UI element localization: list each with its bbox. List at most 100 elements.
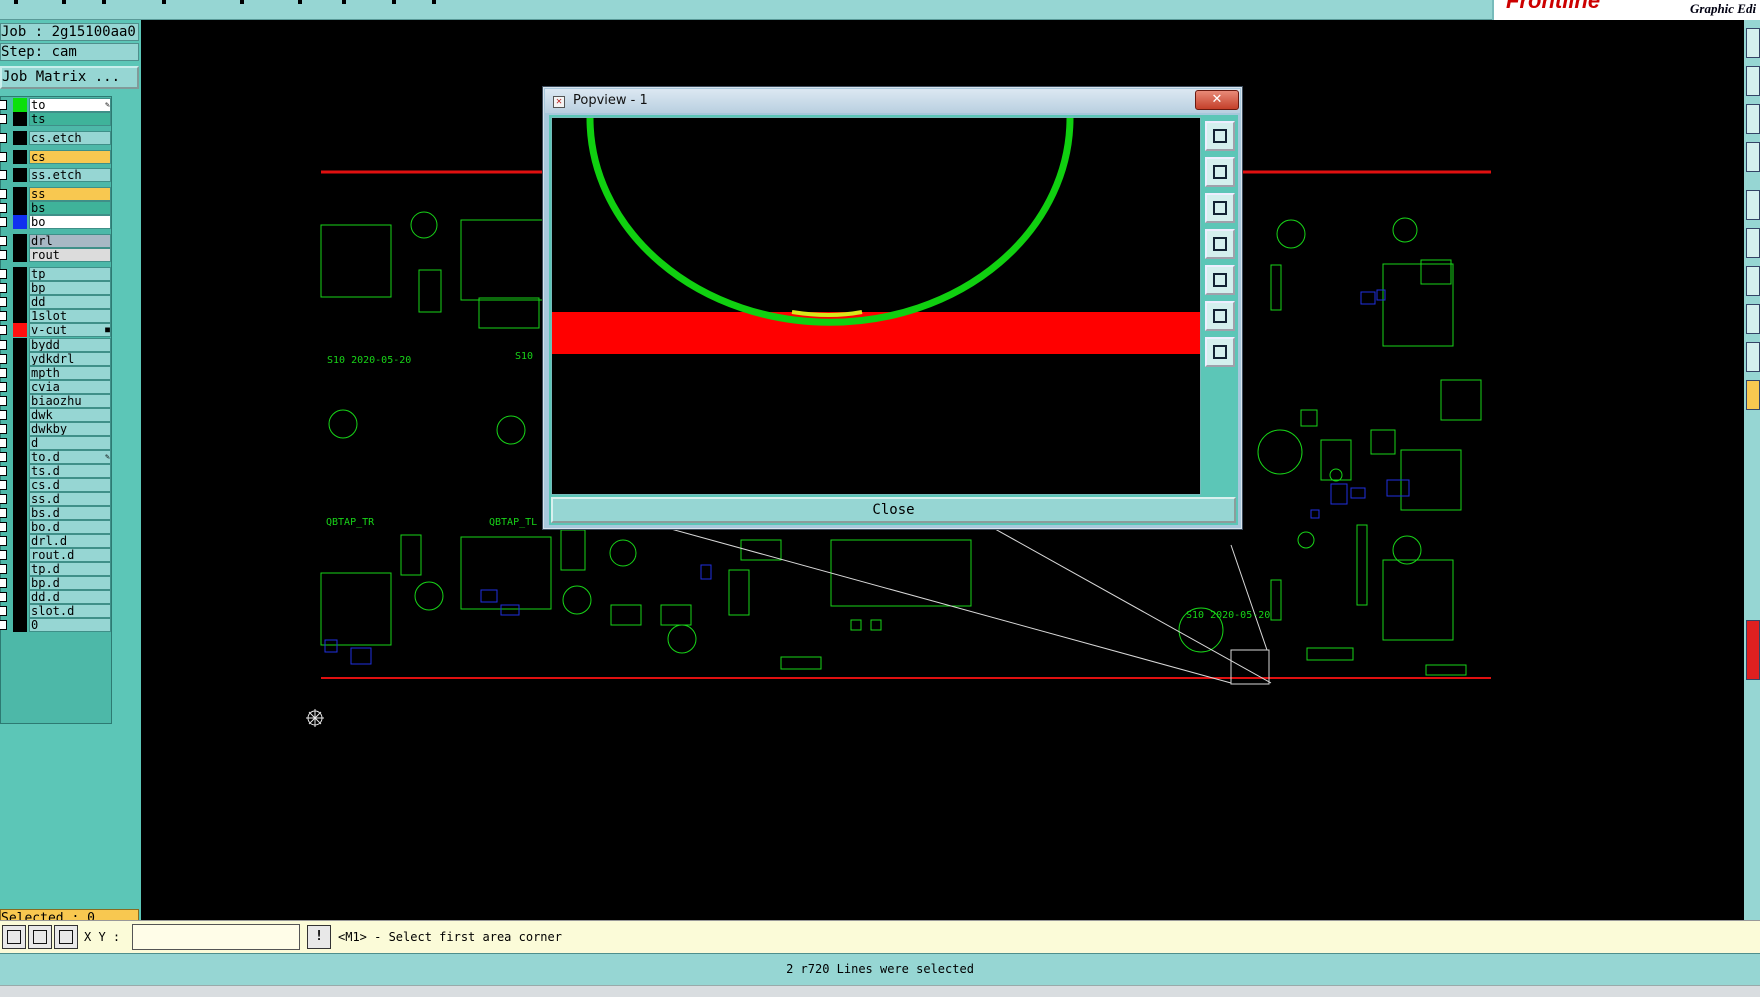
- zoom-out-icon[interactable]: [1205, 337, 1235, 367]
- layer-name[interactable]: ts: [29, 112, 111, 126]
- layer-color-swatch[interactable]: [13, 267, 27, 281]
- grid-tool-icon[interactable]: [54, 925, 78, 949]
- layer-color-swatch[interactable]: [13, 338, 27, 352]
- layer-color-swatch[interactable]: [13, 234, 27, 248]
- zoom-fit-icon[interactable]: [1205, 301, 1235, 331]
- layer-name[interactable]: bp.d: [29, 576, 111, 590]
- layer-row[interactable]: cs: [0, 149, 113, 165]
- layer-color-swatch[interactable]: [13, 576, 27, 590]
- layer-name[interactable]: rout.d: [29, 548, 111, 562]
- layer-row[interactable]: ts: [0, 111, 113, 127]
- layer-color-swatch[interactable]: [13, 150, 27, 164]
- popview-close-button[interactable]: Close: [551, 497, 1236, 523]
- edit-tool-icon[interactable]: [1746, 266, 1760, 296]
- layer-name[interactable]: cs.d: [29, 478, 111, 492]
- layer-color-swatch[interactable]: [13, 394, 27, 408]
- layer-name[interactable]: dd: [29, 295, 111, 309]
- layer-checkbox[interactable]: [0, 424, 7, 434]
- pan-up-icon[interactable]: [1205, 157, 1235, 187]
- popview-titlebar[interactable]: ✕ Popview - 1 ✕: [545, 89, 1240, 113]
- layer-checkbox[interactable]: [0, 508, 7, 518]
- layer-checkbox[interactable]: [0, 578, 7, 588]
- layer-color-swatch[interactable]: [13, 548, 27, 562]
- layer-name[interactable]: 1slot: [29, 309, 111, 323]
- view-tool-icon[interactable]: [1746, 28, 1760, 58]
- layer-name[interactable]: v-cut: [29, 323, 111, 337]
- layer-color-swatch[interactable]: [13, 366, 27, 380]
- layer-row[interactable]: 0: [0, 617, 113, 633]
- angle-tool-icon[interactable]: [28, 925, 52, 949]
- highlight-tool-icon[interactable]: [1746, 380, 1760, 410]
- layer-color-swatch[interactable]: [13, 309, 27, 323]
- window-close-button[interactable]: ✕: [1195, 90, 1239, 110]
- pan-tool-icon[interactable]: [1746, 66, 1760, 96]
- xy-input[interactable]: [132, 924, 300, 950]
- layer-name[interactable]: cs: [29, 150, 111, 164]
- select-tool-icon[interactable]: [1746, 190, 1760, 220]
- layer-color-swatch[interactable]: [13, 323, 27, 337]
- layer-name[interactable]: bp: [29, 281, 111, 295]
- zoom-in-icon[interactable]: [1205, 121, 1235, 151]
- layer-name[interactable]: drl: [29, 234, 111, 248]
- layer-name[interactable]: slot.d: [29, 604, 111, 618]
- layer-name[interactable]: dwkby: [29, 422, 111, 436]
- layer-checkbox[interactable]: [0, 410, 7, 420]
- layer-name[interactable]: rout: [29, 248, 111, 262]
- layer-checkbox[interactable]: [0, 466, 7, 476]
- layer-color-swatch[interactable]: [13, 215, 27, 229]
- layer-name[interactable]: tp.d: [29, 562, 111, 576]
- layer-checkbox[interactable]: [0, 536, 7, 546]
- layer-checkbox[interactable]: [0, 133, 7, 143]
- menu-stub[interactable]: [298, 0, 302, 4]
- layer-name[interactable]: ss.d: [29, 492, 111, 506]
- layer-row[interactable]: v-cut ■: [0, 322, 113, 338]
- layer-name[interactable]: to: [29, 98, 111, 112]
- layer-name[interactable]: dwk: [29, 408, 111, 422]
- menu-stub[interactable]: [240, 0, 244, 4]
- layer-color-swatch[interactable]: [13, 534, 27, 548]
- menu-stub[interactable]: [162, 0, 166, 4]
- layer-color-swatch[interactable]: [13, 422, 27, 436]
- layer-name[interactable]: cs.etch: [29, 131, 111, 145]
- layer-color-swatch[interactable]: [13, 478, 27, 492]
- pan-left-icon[interactable]: [1205, 229, 1235, 259]
- menu-stub[interactable]: [62, 0, 66, 4]
- layer-color-swatch[interactable]: [13, 464, 27, 478]
- line-tool-icon[interactable]: [2, 925, 26, 949]
- popview-viewport[interactable]: [551, 117, 1201, 495]
- layer-checkbox[interactable]: [0, 325, 7, 335]
- layer-checkbox[interactable]: [0, 170, 7, 180]
- layer-color-swatch[interactable]: [13, 492, 27, 506]
- layer-row[interactable]: rout: [0, 247, 113, 263]
- layer-checkbox[interactable]: [0, 606, 7, 616]
- layer-name[interactable]: to.d: [29, 450, 111, 464]
- layer-name[interactable]: ss.etch: [29, 168, 111, 182]
- layer-checkbox[interactable]: [0, 368, 7, 378]
- layer-checkbox[interactable]: [0, 203, 7, 213]
- layer-checkbox[interactable]: [0, 396, 7, 406]
- layer-checkbox[interactable]: [0, 620, 7, 630]
- layer-name[interactable]: dd.d: [29, 590, 111, 604]
- layer-color-swatch[interactable]: [13, 618, 27, 632]
- layer-row[interactable]: bo: [0, 214, 113, 230]
- snap-tool-icon[interactable]: [1746, 342, 1760, 372]
- layer-name[interactable]: ydkdrl: [29, 352, 111, 366]
- layer-checkbox[interactable]: [0, 354, 7, 364]
- layer-checkbox[interactable]: [0, 452, 7, 462]
- layer-row[interactable]: ss.etch: [0, 167, 113, 183]
- menu-stub[interactable]: [102, 0, 106, 4]
- layer-color-swatch[interactable]: [13, 380, 27, 394]
- layer-checkbox[interactable]: [0, 114, 7, 124]
- layer-checkbox[interactable]: [0, 217, 7, 227]
- layer-color-swatch[interactable]: [13, 98, 27, 112]
- layer-checkbox[interactable]: [0, 250, 7, 260]
- layer-row[interactable]: cs.etch: [0, 130, 113, 146]
- layer-color-swatch[interactable]: [13, 352, 27, 366]
- layer-name[interactable]: biaozhu: [29, 394, 111, 408]
- layer-name[interactable]: tp: [29, 267, 111, 281]
- layer-name[interactable]: ts.d: [29, 464, 111, 478]
- layer-color-swatch[interactable]: [13, 281, 27, 295]
- layer-name[interactable]: bydd: [29, 338, 111, 352]
- menu-stub[interactable]: [392, 0, 396, 4]
- menu-stub[interactable]: [342, 0, 346, 4]
